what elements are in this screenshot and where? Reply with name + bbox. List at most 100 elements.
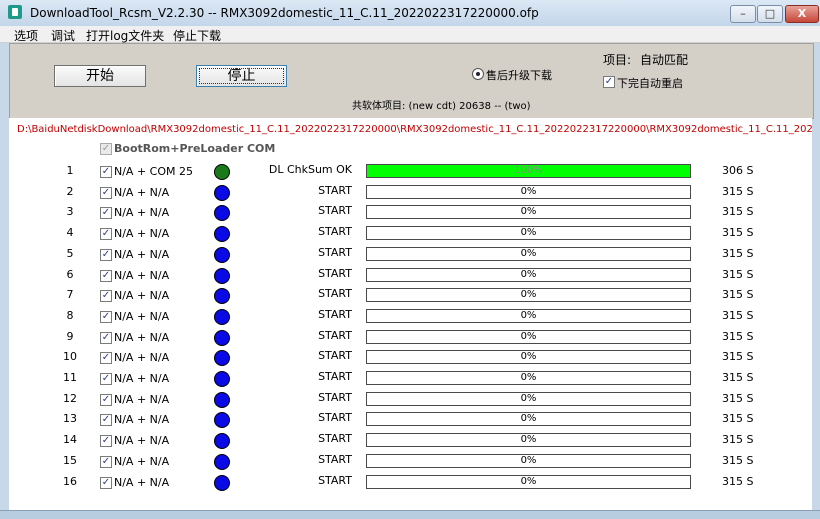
row-status: START xyxy=(318,329,352,342)
minimize-button[interactable]: – xyxy=(730,5,756,23)
port-checkbox[interactable]: ✓ xyxy=(100,166,112,178)
progress-bar: 0% xyxy=(366,330,691,344)
progress-text: 0% xyxy=(520,289,537,300)
port-checkbox[interactable]: ✓ xyxy=(100,228,112,240)
elapsed-time: 315 S xyxy=(722,288,754,301)
status-indicator xyxy=(214,412,230,428)
status-indicator xyxy=(214,392,230,408)
progress-bar: 0% xyxy=(366,371,691,385)
port-checkbox[interactable]: ✓ xyxy=(100,290,112,302)
progress-text: 0% xyxy=(520,413,537,424)
status-indicator xyxy=(214,371,230,387)
elapsed-time: 315 S xyxy=(722,268,754,281)
elapsed-time: 315 S xyxy=(722,309,754,322)
port-checkbox[interactable]: ✓ xyxy=(100,332,112,344)
row-index: 8 xyxy=(66,309,74,322)
menu-stop-download[interactable]: 停止下载 xyxy=(173,27,221,44)
progress-text: 0% xyxy=(520,372,537,383)
port-label: N/A + N/A xyxy=(114,331,170,344)
progress-text: 0% xyxy=(520,186,537,197)
row-index: 14 xyxy=(63,433,77,446)
menu-options[interactable]: 选项 xyxy=(14,27,38,44)
row-status: DL ChkSum OK xyxy=(268,163,352,176)
progress-text: 0% xyxy=(520,351,537,362)
row-index: 4 xyxy=(66,226,74,239)
elapsed-time: 315 S xyxy=(722,185,754,198)
row-index: 16 xyxy=(63,475,77,488)
port-checkbox[interactable]: ✓ xyxy=(100,456,112,468)
stop-button[interactable]: 停止 xyxy=(196,65,287,87)
progress-text: 0% xyxy=(520,393,537,404)
download-tool-icon xyxy=(8,5,22,19)
row-status: START xyxy=(318,308,352,321)
port-checkbox[interactable]: ✓ xyxy=(100,270,112,282)
port-label: N/A + N/A xyxy=(114,289,170,302)
progress-bar: 0% xyxy=(366,247,691,261)
progress-bar: 100% xyxy=(366,164,691,178)
elapsed-time: 315 S xyxy=(722,371,754,384)
port-checkbox[interactable]: ✓ xyxy=(100,187,112,199)
progress-bar: 0% xyxy=(366,309,691,323)
row-index: 1 xyxy=(66,164,74,177)
elapsed-time: 315 S xyxy=(722,350,754,363)
close-button[interactable]: X xyxy=(785,5,819,23)
status-indicator xyxy=(214,247,230,263)
elapsed-time: 315 S xyxy=(722,412,754,425)
progress-text: 0% xyxy=(520,206,537,217)
progress-bar: 0% xyxy=(366,268,691,282)
status-indicator xyxy=(214,309,230,325)
auto-restart-checkbox[interactable]: ✓ xyxy=(603,76,615,88)
port-checkbox[interactable]: ✓ xyxy=(100,373,112,385)
common-project-info: 共软体项目: (new cdt) 20638 -- (two) xyxy=(352,101,531,112)
port-checkbox[interactable]: ✓ xyxy=(100,394,112,406)
row-status: START xyxy=(318,474,352,487)
progress-text: 0% xyxy=(520,269,537,280)
port-label: N/A + N/A xyxy=(114,310,170,323)
port-checkbox[interactable]: ✓ xyxy=(100,477,112,489)
progress-bar: 0% xyxy=(366,392,691,406)
row-status: START xyxy=(318,411,352,424)
port-checkbox[interactable]: ✓ xyxy=(100,435,112,447)
row-index: 9 xyxy=(66,330,74,343)
start-button[interactable]: 开始 xyxy=(54,65,146,87)
progress-text: 0% xyxy=(520,248,537,259)
port-checkbox[interactable]: ✓ xyxy=(100,207,112,219)
elapsed-time: 315 S xyxy=(722,205,754,218)
port-label: N/A + N/A xyxy=(114,227,170,240)
progress-text: 0% xyxy=(520,455,537,466)
row-status: START xyxy=(318,267,352,280)
progress-bar: 0% xyxy=(366,226,691,240)
port-label: N/A + N/A xyxy=(114,186,170,199)
progress-bar: 0% xyxy=(366,205,691,219)
port-label: N/A + N/A xyxy=(114,248,170,261)
row-index: 13 xyxy=(63,412,77,425)
port-checkbox[interactable]: ✓ xyxy=(100,249,112,261)
port-checkbox[interactable]: ✓ xyxy=(100,311,112,323)
after-sale-label: 售后升级下载 xyxy=(486,69,552,82)
port-checkbox[interactable]: ✓ xyxy=(100,414,112,426)
elapsed-time: 315 S xyxy=(722,226,754,239)
port-label: N/A + N/A xyxy=(114,455,170,468)
project-label: 项目: xyxy=(603,53,632,67)
menu-open-log-folder[interactable]: 打开log文件夹 xyxy=(86,27,164,44)
status-indicator xyxy=(214,185,230,201)
window-title: DownloadTool_Rcsm_V2.2.30 -- RMX3092dome… xyxy=(30,6,539,20)
status-indicator xyxy=(214,350,230,366)
title-bar[interactable]: DownloadTool_Rcsm_V2.2.30 -- RMX3092dome… xyxy=(0,0,820,27)
auto-restart-label: 下完自动重启 xyxy=(617,77,683,90)
maximize-button[interactable]: □ xyxy=(757,5,783,23)
progress-text: 100% xyxy=(514,165,543,176)
status-indicator xyxy=(214,475,230,491)
progress-text: 0% xyxy=(520,331,537,342)
elapsed-time: 315 S xyxy=(722,433,754,446)
elapsed-time: 315 S xyxy=(722,454,754,467)
bootrom-label: BootRom+PreLoader COM xyxy=(114,142,276,155)
menu-debug[interactable]: 调试 xyxy=(51,27,75,44)
port-checkbox[interactable]: ✓ xyxy=(100,352,112,364)
after-sale-radio[interactable] xyxy=(472,68,484,80)
port-label: N/A + N/A xyxy=(114,413,170,426)
progress-text: 0% xyxy=(520,434,537,445)
progress-text: 0% xyxy=(520,227,537,238)
elapsed-time: 315 S xyxy=(722,330,754,343)
row-status: START xyxy=(318,349,352,362)
